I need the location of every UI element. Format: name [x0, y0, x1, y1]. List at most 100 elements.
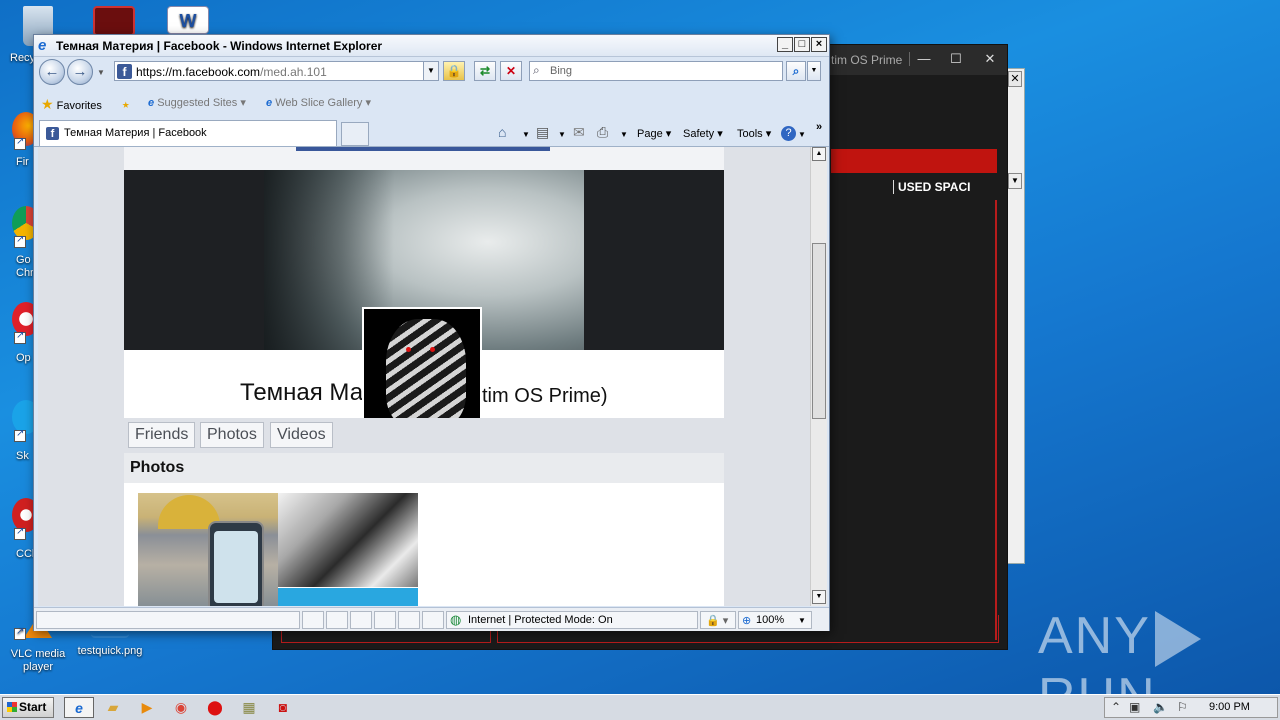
- scroll-down-arrow[interactable]: ▼: [812, 590, 826, 604]
- recent-pages-dropdown[interactable]: ▼: [97, 68, 105, 77]
- safety-menu[interactable]: Safety ▾: [683, 127, 723, 140]
- minimize-button[interactable]: —: [911, 49, 937, 69]
- maximize-button[interactable]: ☐: [943, 49, 969, 69]
- taskbar-chrome-button[interactable]: ◉: [166, 697, 196, 718]
- desktop-icon-label: testquick.png: [77, 645, 143, 657]
- home-icon[interactable]: ⌂: [498, 124, 506, 140]
- taskbar-opera-button[interactable]: ⬤: [200, 697, 230, 718]
- scroll-up-arrow[interactable]: ▲: [812, 147, 826, 161]
- print-icon[interactable]: ⎙: [597, 124, 608, 141]
- action-center-flag-icon[interactable]: ⚐: [1177, 700, 1188, 714]
- protected-mode-icon: 🔒 ▾: [706, 615, 729, 627]
- close-button[interactable]: ✕: [977, 49, 1003, 69]
- taskbar-media-player-button[interactable]: ▶: [132, 697, 162, 718]
- ie-window[interactable]: e Темная Материя | Facebook - Windows In…: [33, 34, 830, 631]
- profile-picture[interactable]: [362, 307, 482, 427]
- add-favorite-icon: ⭑: [122, 96, 130, 112]
- ie-titlebar[interactable]: e Темная Материя | Facebook - Windows In…: [34, 35, 829, 57]
- maximize-button[interactable]: □: [794, 37, 810, 52]
- desktop-icon-label: Op: [16, 352, 31, 364]
- phone-in-hand: [208, 521, 264, 606]
- address-bar[interactable]: f https://m.facebook.com/med.ah.101: [114, 61, 439, 81]
- back-button[interactable]: ←: [39, 59, 65, 85]
- window-title: tim OS Prime: [831, 53, 903, 67]
- window-title: Темная Материя | Facebook - Windows Inte…: [56, 39, 383, 53]
- profile-tabs: Friends Photos Videos: [124, 418, 724, 454]
- tools-menu[interactable]: Tools ▾: [737, 127, 771, 140]
- photo-thumbnail[interactable]: [138, 493, 278, 606]
- zoom-icon: ⊕: [742, 615, 752, 627]
- show-hidden-icons-button[interactable]: ⌃: [1111, 700, 1121, 714]
- address-dropdown-button[interactable]: ▼: [423, 61, 439, 81]
- status-cell: [350, 611, 372, 629]
- taskbar-red-app-button[interactable]: ◙: [268, 697, 298, 718]
- desktop-icon-label: Sk: [16, 450, 29, 462]
- clock[interactable]: 9:00 PM: [1209, 701, 1250, 713]
- status-cell: [374, 611, 396, 629]
- tab-videos[interactable]: Videos: [270, 422, 333, 448]
- favorites-star-icon: ★: [41, 96, 54, 112]
- taskbar-explorer-button[interactable]: ▰: [98, 697, 128, 718]
- status-cell: [302, 611, 324, 629]
- tab-photos[interactable]: Photos: [200, 422, 264, 448]
- search-button[interactable]: ⌕: [786, 61, 806, 81]
- column-header-used-space[interactable]: USED SPACI: [893, 180, 970, 194]
- start-button[interactable]: Start: [2, 697, 54, 718]
- help-dropdown[interactable]: ▼: [798, 130, 806, 139]
- tab-friends[interactable]: Friends: [128, 422, 196, 448]
- new-tab-button[interactable]: [341, 122, 369, 146]
- favorites-button[interactable]: ★ Favorites: [41, 96, 102, 113]
- favorites-bar: ★ Favorites ⭑ e Suggested Sites ▾ e Web …: [34, 87, 829, 119]
- desktop-icon-word-doc[interactable]: W: [150, 6, 226, 37]
- taskbar: Start e ▰ ▶ ◉ ⬤ ▦ ◙ ⌃ ▣ 🔈 ⚐ 9:00 PM: [0, 694, 1280, 720]
- search-options-dropdown[interactable]: ▼: [807, 61, 821, 81]
- more-commands-button[interactable]: »: [816, 121, 822, 133]
- read-mail-icon[interactable]: ✉: [573, 124, 585, 141]
- rss-feed-icon[interactable]: ▤: [536, 124, 549, 141]
- taskbar-ie-button[interactable]: e: [64, 697, 94, 718]
- print-dropdown[interactable]: ▼: [620, 130, 628, 139]
- address-url[interactable]: https://m.facebook.com/med.ah.101: [136, 65, 327, 79]
- photo-thumbnail[interactable]: [278, 588, 418, 606]
- volume-icon[interactable]: 🔈: [1153, 700, 1168, 714]
- page-menu[interactable]: Page ▾: [637, 127, 671, 140]
- navigation-bar: ← → ▼ f https://m.facebook.com/med.ah.10…: [34, 57, 829, 85]
- network-icon[interactable]: ▣: [1129, 700, 1140, 714]
- forward-button[interactable]: →: [67, 59, 93, 85]
- minimize-button[interactable]: _: [777, 37, 793, 52]
- scroll-down-arrow[interactable]: ▼: [1008, 173, 1022, 189]
- help-icon[interactable]: ?: [781, 126, 796, 141]
- vertical-scrollbar[interactable]: ▲ ▼: [810, 147, 827, 606]
- add-to-favorites-button[interactable]: ⭑: [122, 96, 130, 113]
- status-cell: [398, 611, 420, 629]
- web-slice-gallery-link[interactable]: e Web Slice Gallery ▾: [266, 96, 371, 109]
- close-button[interactable]: ×: [811, 37, 827, 52]
- profile-name-suffix: tim OS Prime): [482, 385, 608, 407]
- search-box[interactable]: ⌕ Bing: [529, 61, 783, 81]
- panel-border: [995, 200, 997, 640]
- photo-thumbnail[interactable]: [278, 493, 418, 587]
- close-button[interactable]: ✕: [1008, 71, 1022, 87]
- shortcut-arrow-icon: [14, 136, 26, 150]
- status-cell: [326, 611, 348, 629]
- zoom-level: 100%: [756, 614, 785, 626]
- table-column-header[interactable]: USED SPACI: [831, 179, 991, 197]
- facebook-header-strip: [124, 147, 724, 170]
- lock-icon[interactable]: 🔒: [443, 61, 465, 81]
- zoom-dropdown[interactable]: ▼: [798, 616, 806, 625]
- refresh-button[interactable]: ⇄: [474, 61, 496, 81]
- page-viewport[interactable]: Темная Ма tim OS Prime) Friends Photos V…: [38, 147, 810, 606]
- shortcut-arrow-icon: [14, 234, 26, 248]
- feeds-dropdown[interactable]: ▼: [558, 130, 566, 139]
- red-eye: [406, 347, 411, 352]
- security-zone-text: Internet | Protected Mode: On: [468, 614, 613, 626]
- facebook-favicon-icon: f: [46, 127, 59, 140]
- photos-section-header: Photos: [124, 453, 724, 483]
- taskbar-app-button[interactable]: ▦: [234, 697, 264, 718]
- system-tray: ⌃ ▣ 🔈 ⚐ 9:00 PM: [1104, 697, 1278, 718]
- stop-button[interactable]: ✕: [500, 61, 522, 81]
- suggested-sites-link[interactable]: e Suggested Sites ▾: [148, 96, 246, 109]
- tab-facebook[interactable]: f Темная Материя | Facebook: [39, 120, 337, 146]
- scrollbar-thumb[interactable]: [812, 243, 826, 419]
- home-dropdown[interactable]: ▼: [522, 130, 530, 139]
